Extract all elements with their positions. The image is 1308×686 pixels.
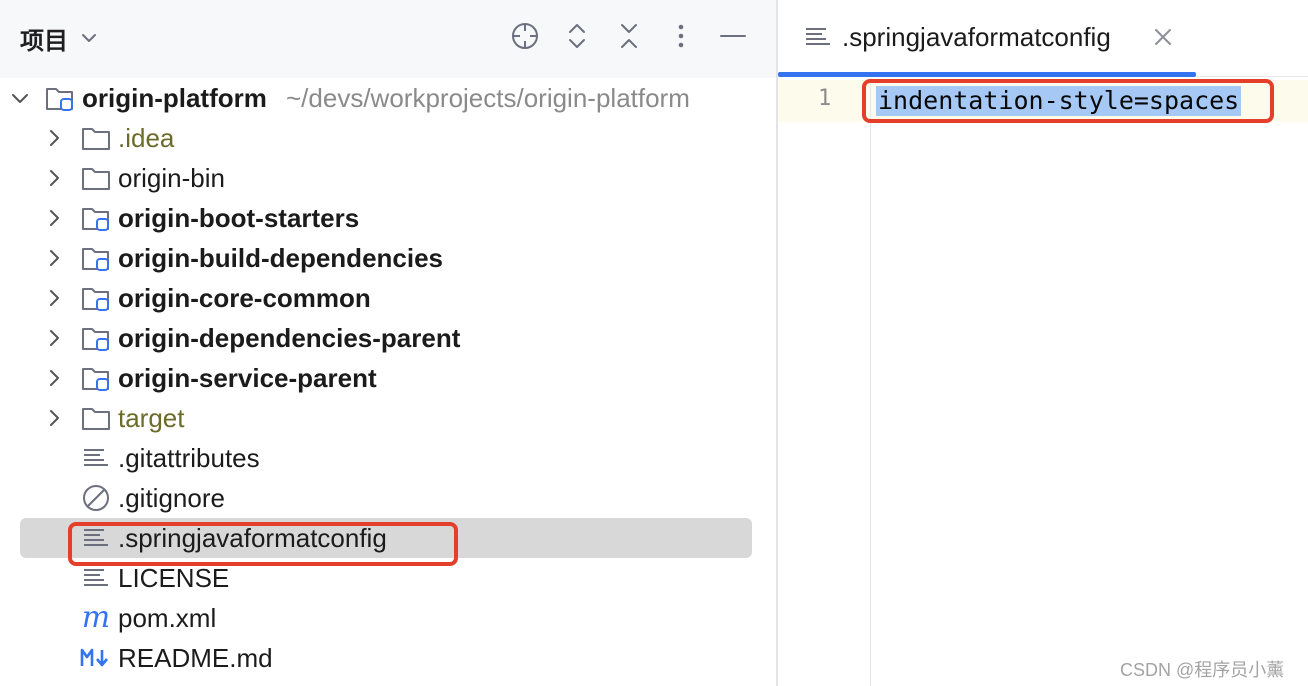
module-folder-icon	[44, 82, 76, 114]
minimize-icon[interactable]	[716, 19, 750, 53]
active-tab-indicator	[778, 72, 1196, 77]
tree-item-label: origin-build-dependencies	[118, 242, 444, 273]
ignore-file-icon	[80, 482, 112, 514]
project-panel-header: 项目	[0, 0, 776, 78]
tree-item-label: LICENSE	[118, 562, 230, 593]
text-file-icon	[806, 28, 830, 45]
tree-item-origin-core-common[interactable]: origin-core-common	[0, 278, 776, 318]
tree-item-label: .idea	[118, 122, 175, 153]
editor-gutter	[778, 78, 870, 686]
tree-item-target[interactable]: target	[0, 398, 776, 438]
tree-item-idea[interactable]: .idea	[0, 118, 776, 158]
annotation-highlight-box	[68, 522, 458, 566]
tree-item-origin-service-parent[interactable]: origin-service-parent	[0, 358, 776, 398]
tree-item-label: pom.xml	[118, 602, 217, 633]
chevron-right-icon[interactable]	[44, 128, 64, 148]
module-folder-icon	[80, 322, 112, 354]
close-icon[interactable]	[1152, 26, 1174, 48]
module-folder-icon	[80, 202, 112, 234]
chevron-right-icon[interactable]	[44, 408, 64, 428]
folder-icon	[80, 402, 112, 434]
text-file-icon	[80, 562, 112, 594]
tree-item-origin-boot-starters[interactable]: origin-boot-starters	[0, 198, 776, 238]
more-options-icon[interactable]	[664, 19, 698, 53]
module-folder-icon	[80, 282, 112, 314]
tree-item-label: origin-service-parent	[118, 362, 377, 393]
locate-icon[interactable]	[508, 19, 542, 53]
chevron-right-icon[interactable]	[44, 368, 64, 388]
editor-tab-label: .springjavaformatconfig	[842, 22, 1111, 52]
panel-title: 项目	[20, 27, 68, 55]
gutter-separator	[870, 78, 871, 686]
folder-icon	[80, 122, 112, 154]
module-folder-icon	[80, 242, 112, 274]
tree-item-label: target	[118, 402, 185, 433]
tree-item-readme-md[interactable]: README.md	[0, 638, 776, 678]
chevron-right-icon[interactable]	[44, 328, 64, 348]
editor-tab-bar: .springjavaformatconfig	[778, 0, 1308, 78]
project-tool-window: 项目 origin-platform ~/devs/workprojects/o…	[0, 0, 776, 686]
tree-item-label: origin-bin	[118, 162, 225, 193]
tree-item-label: .gitignore	[118, 482, 225, 513]
tree-item-pom-xml[interactable]: m pom.xml	[0, 598, 776, 638]
watermark-text: CSDN @程序员小薰	[1120, 660, 1285, 680]
editor-area: .springjavaformatconfig 1 indentation-st…	[778, 0, 1308, 686]
editor-tab[interactable]: .springjavaformatconfig	[778, 0, 1196, 78]
root-project-path: ~/devs/workprojects/origin-platform	[286, 82, 690, 113]
tree-item-label: origin-dependencies-parent	[118, 322, 461, 353]
root-project-name: origin-platform	[82, 82, 267, 113]
markdown-file-icon	[80, 642, 112, 674]
annotation-highlight-box	[862, 79, 1274, 123]
chevron-right-icon[interactable]	[44, 248, 64, 268]
maven-file-icon: m	[81, 600, 111, 635]
tree-item-origin-build-dependencies[interactable]: origin-build-dependencies	[0, 238, 776, 278]
chevron-right-icon[interactable]	[44, 288, 64, 308]
chevron-right-icon[interactable]	[44, 168, 64, 188]
tree-item-origin-bin[interactable]: origin-bin	[0, 158, 776, 198]
project-view-selector[interactable]: 项目	[20, 20, 100, 56]
line-number: 1	[818, 86, 832, 111]
tree-item-label: origin-boot-starters	[118, 202, 360, 233]
tree-root-row[interactable]: origin-platform ~/devs/workprojects/orig…	[0, 78, 776, 118]
module-folder-icon	[80, 362, 112, 394]
chevron-right-icon[interactable]	[44, 208, 64, 228]
expand-collapse-icon[interactable]	[560, 19, 594, 53]
tree-item-label: README.md	[118, 642, 273, 673]
tab-bar-border	[1196, 76, 1308, 77]
tree-item-gitignore[interactable]: .gitignore	[0, 478, 776, 518]
chevron-down-icon	[82, 34, 96, 42]
folder-icon	[80, 162, 112, 194]
tree-item-label: .gitattributes	[118, 442, 260, 473]
tree-item-label: origin-core-common	[118, 282, 371, 313]
text-file-icon	[80, 442, 112, 474]
chevron-down-icon[interactable]	[10, 88, 30, 108]
collapse-all-icon[interactable]	[612, 19, 646, 53]
tree-item-gitattributes[interactable]: .gitattributes	[0, 438, 776, 478]
tree-item-origin-dependencies-parent[interactable]: origin-dependencies-parent	[0, 318, 776, 358]
